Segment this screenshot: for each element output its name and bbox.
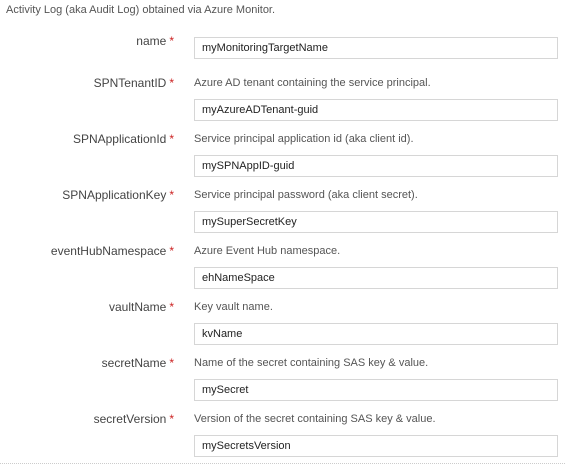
secretname-input[interactable] (194, 379, 558, 401)
field-label-text: SPNApplicationKey (62, 188, 167, 202)
field-label-spnapplicationid: SPNApplicationId * (73, 132, 174, 146)
field-label-secretname: secretName * (102, 356, 174, 370)
field-label-vaultname: vaultName * (109, 300, 174, 314)
bottom-divider (0, 463, 565, 464)
field-row-secretversion: secretVersion * Version of the secret con… (0, 412, 565, 468)
field-description-secretversion: Version of the secret containing SAS key… (194, 413, 436, 425)
field-description-spnapplicationkey: Service principal password (aka client s… (194, 189, 418, 201)
field-description-secretname: Name of the secret containing SAS key & … (194, 357, 429, 369)
field-label-spntenantid: SPNTenantID * (94, 76, 174, 90)
vaultname-input[interactable] (194, 323, 558, 345)
field-label-text: eventHubNamespace (50, 244, 167, 258)
spnapplicationid-input[interactable] (194, 155, 558, 177)
field-label-spnapplicationkey: SPNApplicationKey * (62, 188, 174, 202)
field-row-spnapplicationid: SPNApplicationId * Service principal appl… (0, 132, 565, 188)
field-label-text: vaultName (108, 300, 167, 314)
field-description-eventhubnamespace: Azure Event Hub namespace. (194, 245, 341, 257)
field-label-text: secretName (101, 356, 167, 370)
field-row-vaultname: vaultName * Key vault name. (0, 300, 565, 356)
name-input[interactable] (194, 37, 558, 59)
spntenantid-input[interactable] (194, 99, 558, 121)
secretversion-input[interactable] (194, 435, 558, 457)
field-row-spnapplicationkey: SPNApplicationKey * Service principal pas… (0, 188, 565, 244)
required-marker: * (169, 188, 174, 202)
required-marker: * (169, 76, 174, 90)
required-marker: * (169, 300, 174, 314)
required-marker: * (169, 244, 174, 258)
field-description-spntenantid: Azure AD tenant containing the service p… (194, 77, 431, 89)
field-row-spntenantid: SPNTenantID * Azure AD tenant containing … (0, 76, 565, 132)
required-marker: * (169, 34, 174, 48)
required-marker: * (169, 132, 174, 146)
config-form: name* SPNTenantID* Azure AD tenant conta… (0, 0, 565, 467)
field-description-vaultname: Key vault name. (194, 301, 273, 313)
required-marker: * (169, 356, 174, 370)
field-label-eventhubnamespace: eventHubNamespace * (51, 244, 174, 258)
field-label-text: secretVersion (93, 412, 167, 426)
field-label-text: SPNTenantID (93, 76, 167, 90)
spnapplicationkey-input[interactable] (194, 211, 558, 233)
field-label-text: name (136, 34, 167, 48)
field-label-text: SPNApplicationId (72, 132, 167, 146)
field-row-secretname: secretName * Name of the secret containin… (0, 356, 565, 412)
field-row-eventhubnamespace: eventHubNamespace * Azure Event Hub names… (0, 244, 565, 300)
required-marker: * (169, 412, 174, 426)
eventhubnamespace-input[interactable] (194, 267, 558, 289)
field-label-secretversion: secretVersion * (94, 412, 174, 426)
field-label-name: name * (136, 34, 174, 48)
field-description-spnapplicationid: Service principal application id (aka cl… (194, 133, 414, 145)
